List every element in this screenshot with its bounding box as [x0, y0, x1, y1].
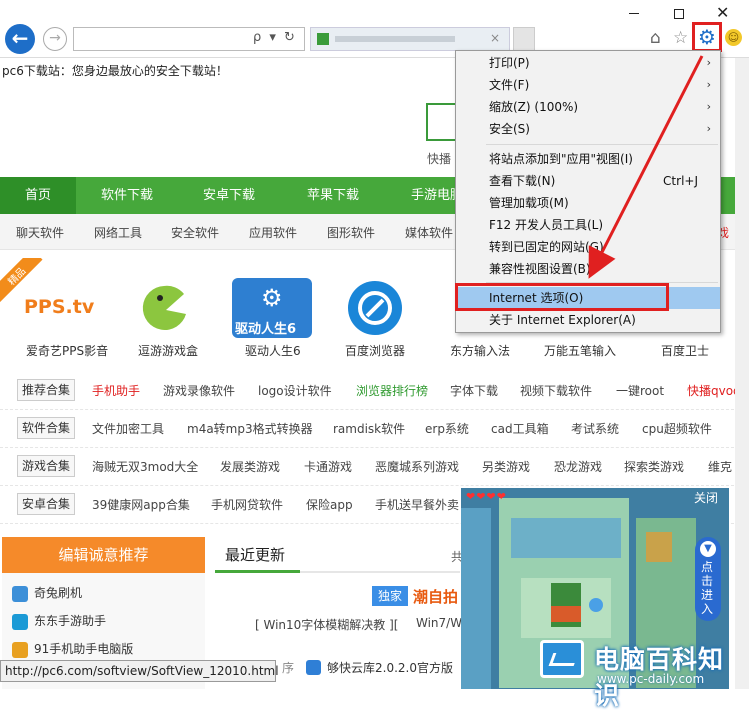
annotation-arrow	[588, 55, 704, 279]
